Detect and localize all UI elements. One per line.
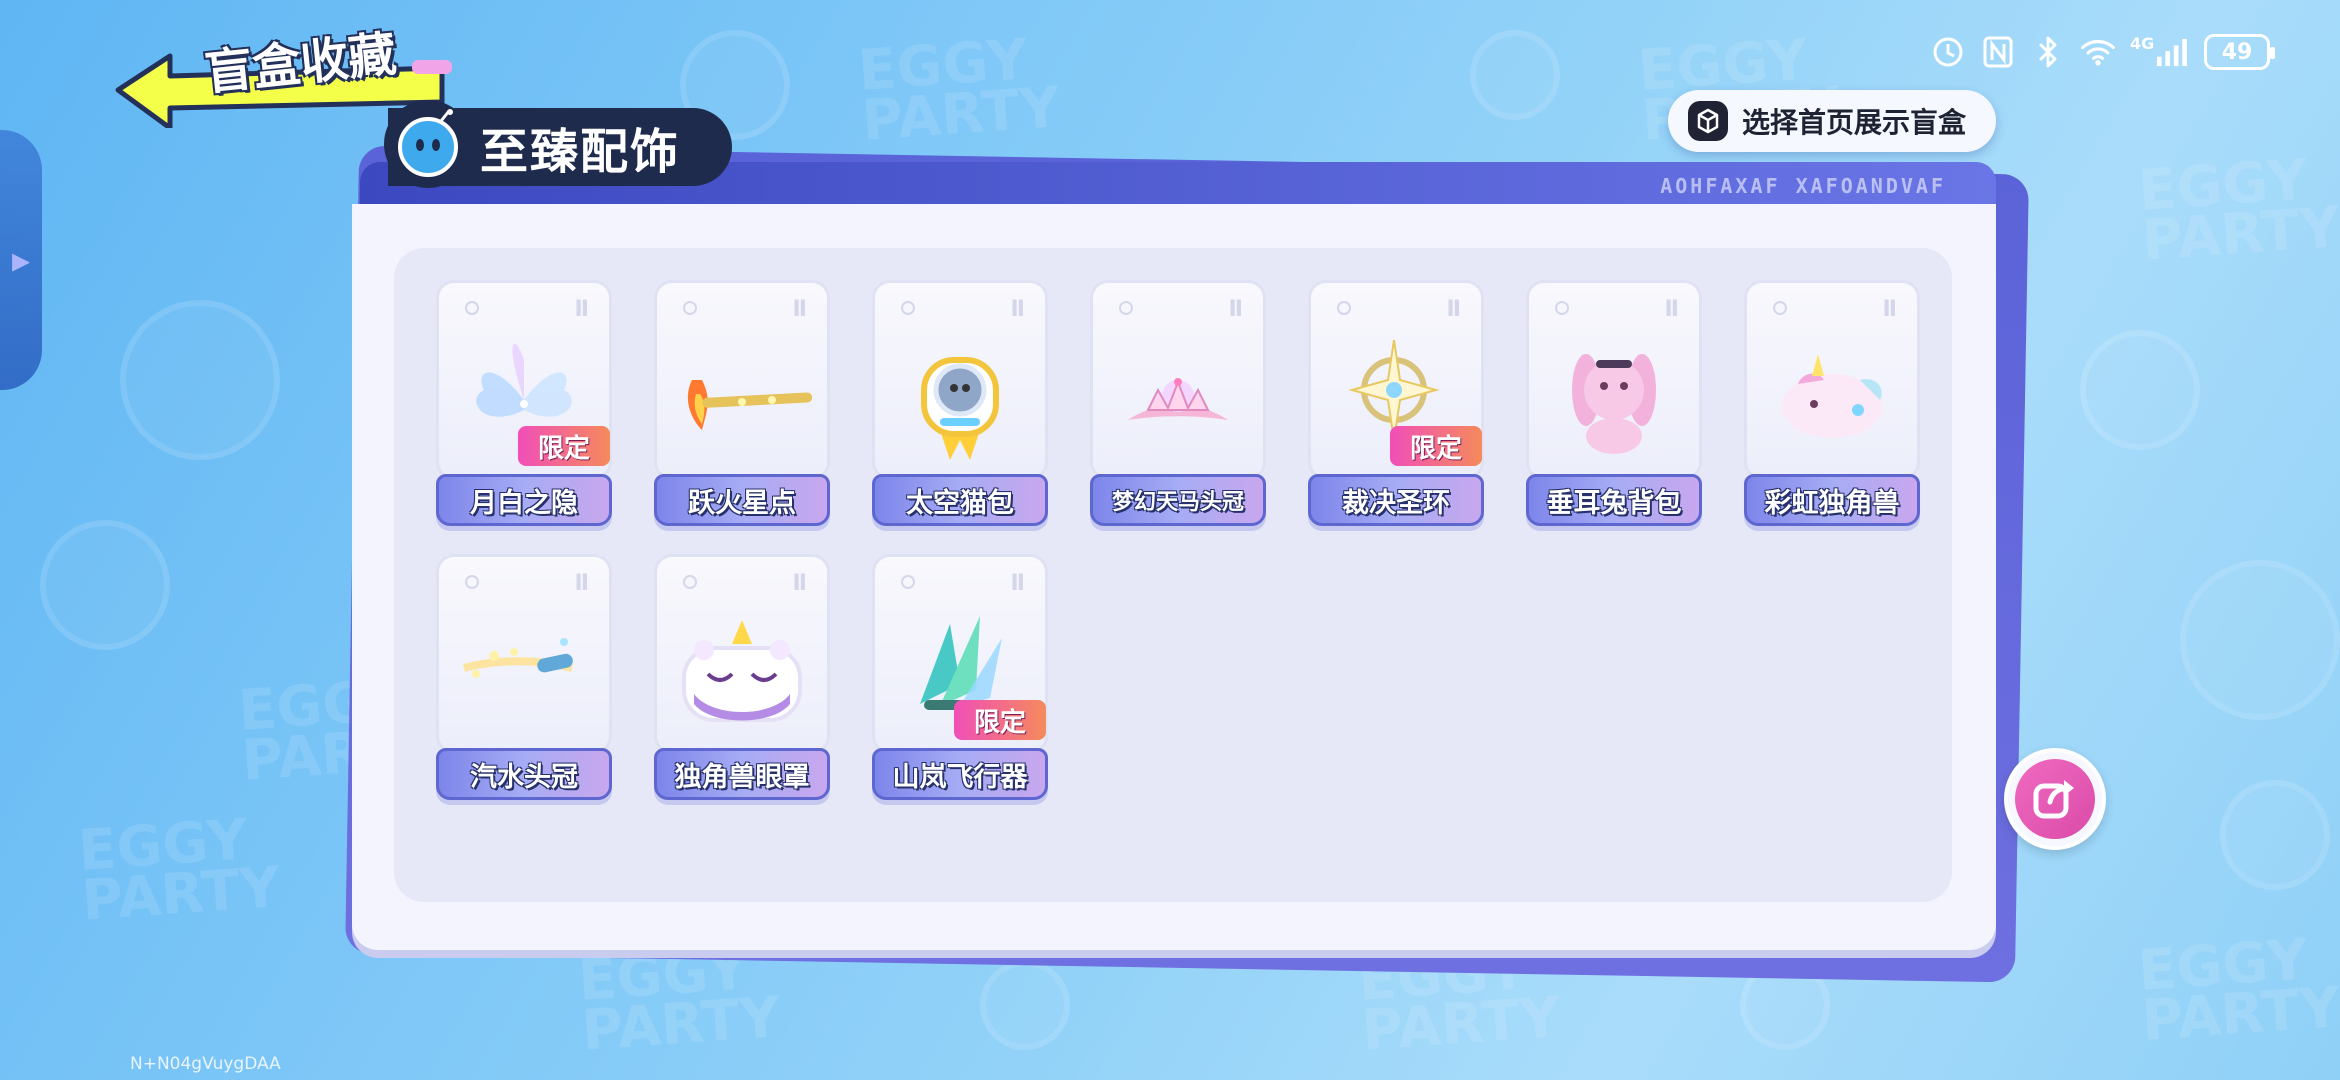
category-label: 至臻配饰 (480, 124, 681, 180)
collection-item-10[interactable]: Ⅱ 限定 山岚飞行器 (872, 554, 1048, 804)
item-name-bar: 汽水头冠 (436, 748, 612, 800)
item-name: 垂耳兔背包 (1546, 487, 1682, 519)
unicorn-eye-mask-art (682, 620, 802, 722)
collection-item-8[interactable]: Ⅱ 汽水头冠 (436, 554, 612, 804)
share-button[interactable] (2004, 748, 2106, 850)
item-name: 太空猫包 (906, 487, 1014, 519)
collection-item-1[interactable]: Ⅱ 限定 月白之隐 (436, 280, 612, 530)
item-name-bar: 裁决圣环 (1308, 474, 1484, 526)
share-icon (2033, 780, 2074, 819)
session-code: N+N04gVuygDAA (130, 1054, 281, 1074)
share-button-inner (2015, 759, 2095, 839)
item-name: 跃火星点 (688, 487, 796, 519)
lop-bunny-backpack-art (1572, 354, 1656, 454)
blind-box-icon (1688, 101, 1728, 141)
collection-item-4[interactable]: Ⅱ 梦幻天马头冠 (1090, 280, 1266, 530)
limited-badge: 限定 (518, 426, 610, 466)
select-home-display-button[interactable]: 选择首页展示盲盒 (1668, 90, 1996, 152)
item-name-bar: 太空猫包 (872, 474, 1048, 526)
limited-badge: 限定 (1390, 426, 1482, 466)
collection-item-5[interactable]: Ⅱ 限定 裁决圣环 (1308, 280, 1484, 530)
network-type-label: 4G (2130, 34, 2155, 53)
pegasus-crown-art (1128, 378, 1228, 420)
item-name-bar: 月白之隐 (436, 474, 612, 526)
item-name-bar: 梦幻天马头冠 (1090, 474, 1266, 526)
flame-staff-art (687, 380, 812, 430)
chevron-right-icon: ▸ (12, 240, 31, 281)
item-name-bar: 垂耳兔背包 (1526, 474, 1702, 526)
item-name: 彩虹独角兽 (1764, 487, 1900, 519)
collection-item-9[interactable]: Ⅱ 独角兽眼罩 (654, 554, 830, 804)
item-name: 裁决圣环 (1342, 487, 1450, 519)
item-name: 汽水头冠 (470, 761, 578, 793)
soda-crown-art (462, 638, 574, 678)
egg-mascot-icon (384, 100, 472, 188)
item-name-bar: 山岚飞行器 (872, 748, 1048, 800)
collection-item-6[interactable]: Ⅱ 垂耳兔背包 (1526, 280, 1702, 530)
item-name: 梦幻天马头冠 (1111, 490, 1244, 515)
item-name-bar: 彩虹独角兽 (1744, 474, 1920, 526)
space-cat-bag-art (921, 357, 999, 460)
alarm-icon (1930, 34, 1966, 70)
item-name-bar: 跃火星点 (654, 474, 830, 526)
panel-decor-text: AOHFAXAF XAFOANDVAF (1660, 174, 1946, 198)
battery-indicator: 49 (2204, 34, 2275, 70)
item-name: 山岚飞行器 (892, 761, 1028, 793)
collection-item-7[interactable]: Ⅱ 彩虹独角兽 (1744, 280, 1920, 530)
side-drawer-tab[interactable]: ▸ (0, 130, 42, 390)
bluetooth-icon (2030, 34, 2066, 70)
collection-item-2[interactable]: Ⅱ 跃火星点 (654, 280, 830, 530)
status-bar: 4G 49 (1930, 34, 2275, 70)
item-name: 独角兽眼罩 (674, 761, 810, 793)
rainbow-unicorn-art (1782, 354, 1882, 438)
collection-item-3[interactable]: Ⅱ 太空猫包 (872, 280, 1048, 530)
select-home-display-label: 选择首页展示盲盒 (1742, 106, 1967, 139)
nfc-icon (1980, 34, 2016, 70)
item-name: 月白之隐 (470, 487, 578, 519)
limited-badge: 限定 (954, 700, 1046, 740)
cellular-signal-icon: 4G (2130, 34, 2190, 70)
wifi-icon (2080, 34, 2116, 70)
item-name-bar: 独角兽眼罩 (654, 748, 830, 800)
